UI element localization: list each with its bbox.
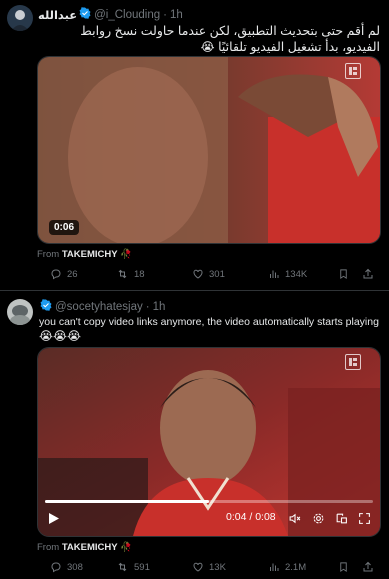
video-time: 0:04 / 0:08: [226, 511, 276, 523]
reply-button[interactable]: 26: [50, 268, 78, 280]
timestamp[interactable]: 1h: [153, 301, 166, 313]
views-button[interactable]: 2.1M: [268, 561, 306, 573]
repost-button[interactable]: 591: [116, 561, 150, 573]
from-attribution[interactable]: From TAKEMICHY 🥀: [37, 542, 132, 553]
views-icon: [270, 563, 279, 571]
post-text: لم أقم حتى بتحديث التطبيق، لكن عندما حاو…: [80, 24, 380, 54]
pip-button[interactable]: [335, 512, 348, 525]
video-progress-fill: [45, 500, 209, 503]
share-button[interactable]: [362, 268, 379, 280]
from-label: From: [37, 249, 60, 260]
post-1-header: عبدالله @i_Clouding · 1h: [38, 7, 183, 22]
bookmark-button[interactable]: [338, 561, 354, 573]
reply-count: 26: [67, 268, 78, 280]
video-player[interactable]: 0:04 / 0:08: [37, 347, 381, 537]
share-button[interactable]: [362, 561, 379, 573]
share-icon: [363, 561, 373, 572]
post-2-text-block: you can't copy video links anymore, the …: [39, 315, 384, 344]
from-attribution[interactable]: From TAKEMICHY 🥀: [37, 249, 132, 260]
separator: ·: [163, 8, 167, 21]
play-button[interactable]: [48, 512, 60, 525]
like-count: 301: [209, 268, 225, 280]
post-1-actions: 26 18 301 134K: [36, 268, 376, 286]
like-button[interactable]: 13K: [192, 561, 226, 573]
mute-button[interactable]: [288, 512, 302, 525]
rose-emoji: 🥀: [120, 249, 133, 260]
repost-count: 18: [134, 268, 145, 280]
verified-icon: [40, 299, 52, 314]
from-account[interactable]: TAKEMICHY: [62, 249, 118, 260]
views-button[interactable]: 134K: [268, 268, 307, 280]
view-count: 2.1M: [285, 561, 307, 573]
repost-icon: [118, 562, 127, 572]
mute-icon: [289, 513, 301, 524]
picture-in-picture-icon: [336, 513, 347, 524]
fullscreen-icon: [359, 513, 370, 524]
views-icon: [270, 270, 279, 278]
reply-count: 308: [67, 561, 83, 573]
bookmark-button[interactable]: [338, 268, 354, 280]
share-icon: [363, 268, 373, 279]
bookmark-icon: [340, 269, 347, 279]
play-icon: [49, 513, 59, 524]
post-1[interactable]: عبدالله @i_Clouding · 1h لم أقم حتى بتحد…: [0, 0, 389, 290]
post-2[interactable]: @socetyhatesjay · 1h you can't copy vide…: [0, 291, 389, 578]
from-account[interactable]: TAKEMICHY: [62, 542, 118, 553]
watermark-icon: [345, 63, 361, 79]
gear-icon: [313, 513, 324, 524]
video-duration: 0:06: [49, 220, 80, 235]
avatar[interactable]: [7, 299, 33, 325]
video-progress-track[interactable]: [45, 500, 373, 503]
reply-icon: [51, 562, 61, 573]
from-label: From: [37, 542, 60, 553]
like-button[interactable]: 301: [192, 268, 225, 280]
video-frame: [38, 57, 380, 243]
avatar[interactable]: [7, 5, 33, 31]
like-count: 13K: [209, 561, 226, 573]
display-name[interactable]: عبدالله: [38, 8, 77, 22]
repost-button[interactable]: 18: [116, 268, 145, 280]
settings-button[interactable]: [312, 512, 325, 525]
separator: ·: [145, 300, 150, 313]
post-text: you can't copy video links anymore, the …: [39, 316, 379, 328]
reply-icon: [51, 269, 61, 280]
crying-emoji: 😭: [200, 40, 215, 54]
heart-icon: [193, 269, 203, 279]
post-2-header: @socetyhatesjay · 1h: [40, 299, 165, 314]
reply-button[interactable]: 308: [50, 561, 83, 573]
bookmark-icon: [340, 562, 347, 572]
verified-icon: [79, 7, 91, 22]
crying-emoji: 😭😭😭: [39, 329, 82, 343]
heart-icon: [193, 562, 203, 572]
fullscreen-button[interactable]: [358, 512, 371, 525]
handle[interactable]: @socetyhatesjay: [55, 301, 143, 313]
post-2-actions: 308 591 13K 2.1M: [36, 561, 376, 579]
video-frame: [38, 348, 380, 536]
video-player[interactable]: 0:06: [37, 56, 381, 244]
watermark-icon: [345, 354, 361, 370]
view-count: 134K: [285, 268, 308, 280]
repost-icon: [118, 269, 127, 279]
timestamp[interactable]: 1h: [170, 9, 183, 21]
handle[interactable]: @i_Clouding: [94, 9, 160, 21]
repost-count: 591: [134, 561, 150, 573]
post-1-text-block: لم أقم حتى بتحديث التطبيق، لكن عندما حاو…: [40, 23, 380, 55]
rose-emoji: 🥀: [120, 542, 133, 553]
